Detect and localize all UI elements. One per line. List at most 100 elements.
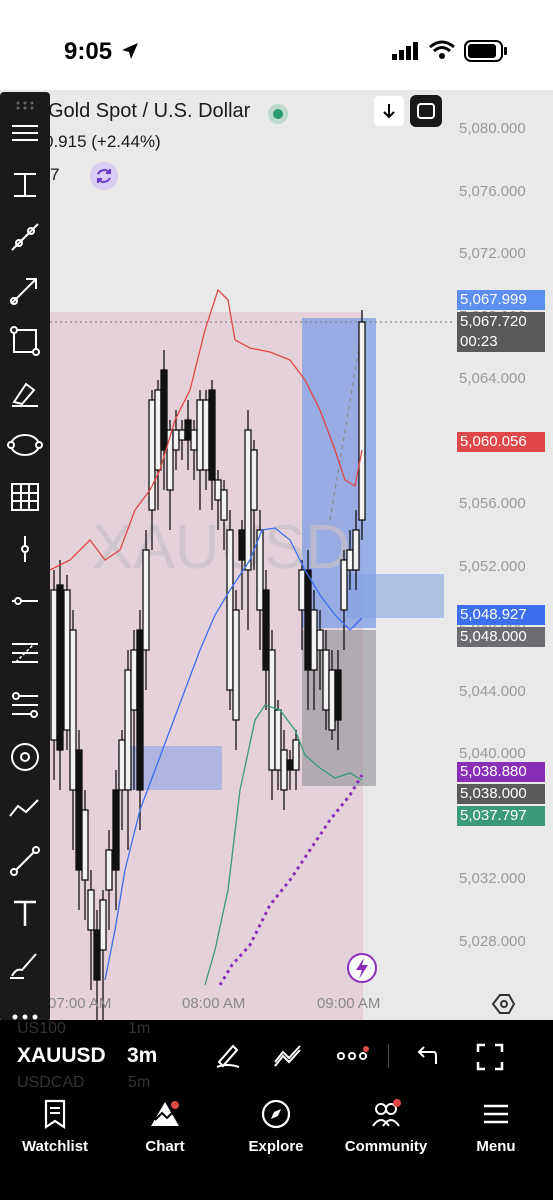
y-tick-label: 5,044.000 bbox=[459, 682, 526, 700]
symbol-label[interactable]: XAUUSD bbox=[17, 1044, 106, 1068]
ghost-row-1b: 1m bbox=[128, 1020, 151, 1037]
y-tick-label: 5,076.000 bbox=[459, 182, 526, 200]
community-icon bbox=[372, 1099, 401, 1127]
ellipse-icon bbox=[7, 434, 43, 456]
price-label: 5,048.927 bbox=[457, 605, 545, 625]
y-tick-label: 5,032.000 bbox=[459, 870, 526, 887]
wifi-icon bbox=[429, 40, 455, 59]
tool-brush[interactable] bbox=[6, 374, 44, 412]
chart-area[interactable]: XAUUSD 5,080.0005,076.0005,072.0005,068.… bbox=[0, 90, 553, 1020]
y-tick-label: 5,064.000 bbox=[459, 370, 526, 387]
tab-bar: Watchlist Chart Explore Community Menu bbox=[0, 1090, 553, 1200]
pitchfork-icon bbox=[12, 643, 38, 663]
tab-community[interactable]: Community bbox=[336, 1098, 436, 1155]
tab-label: Menu bbox=[476, 1138, 516, 1155]
time-label-1: 08:00 AM bbox=[182, 995, 246, 1012]
rectangle-icon bbox=[10, 326, 40, 356]
menu-icon bbox=[484, 1104, 508, 1124]
tool-pitchfork[interactable] bbox=[6, 634, 44, 672]
live-dot bbox=[268, 104, 288, 124]
indicators-icon[interactable] bbox=[272, 1040, 304, 1070]
tab-explore[interactable]: Explore bbox=[226, 1098, 326, 1155]
signal-icon bbox=[392, 42, 418, 60]
menu-lines-icon bbox=[12, 125, 38, 141]
tool-grid[interactable] bbox=[6, 478, 44, 516]
undo-icon[interactable] bbox=[412, 1042, 440, 1070]
tab-label: Watchlist bbox=[21, 1138, 89, 1155]
tab-label: Community bbox=[344, 1138, 428, 1155]
line-icon bbox=[10, 846, 40, 876]
blue-box-right bbox=[346, 574, 444, 618]
download-button[interactable] bbox=[374, 96, 404, 126]
tool-trend-line[interactable] bbox=[6, 218, 44, 256]
y-tick-label: 5,052.000 bbox=[459, 557, 526, 575]
symbol-title[interactable]: Gold Spot / U.S. Dollar bbox=[48, 100, 250, 123]
vertical-line-icon bbox=[21, 536, 29, 562]
arrow-down-icon bbox=[383, 104, 395, 119]
chart-icon bbox=[151, 1101, 179, 1126]
brush-icon bbox=[12, 382, 38, 407]
price-label: 5,037.797 bbox=[457, 806, 545, 826]
tool-text-cursor[interactable] bbox=[6, 166, 44, 204]
text-cursor-icon bbox=[14, 173, 36, 197]
price-label: 5,038.880 bbox=[457, 762, 545, 782]
tool-arrow[interactable] bbox=[6, 271, 44, 309]
tab-label: Chart bbox=[145, 1138, 185, 1155]
tab-menu[interactable]: Menu bbox=[446, 1098, 546, 1155]
y-tick-label: 5,072.000 bbox=[459, 245, 526, 262]
y-tick-label: 5,028.000 bbox=[459, 932, 526, 950]
fullscreen-icon[interactable] bbox=[475, 1042, 505, 1072]
y-tick-label: 5,040.000 bbox=[459, 745, 526, 762]
time-label-0: 07:00 AM bbox=[48, 995, 112, 1012]
drawing-toolbar bbox=[0, 92, 50, 1022]
tool-circle[interactable] bbox=[6, 738, 44, 776]
interval-label[interactable]: 3m bbox=[127, 1044, 157, 1068]
drag-handle-icon[interactable] bbox=[15, 100, 35, 110]
time-label-2: 09:00 AM bbox=[317, 995, 381, 1012]
ghost-row-1: US100 bbox=[17, 1020, 66, 1037]
tool-vertical-line[interactable] bbox=[6, 530, 44, 568]
trend-line-icon bbox=[11, 223, 39, 251]
arrow-icon bbox=[10, 278, 37, 305]
tool-brush-tool[interactable] bbox=[6, 946, 44, 984]
status-bar: 9:05 bbox=[0, 0, 553, 90]
expand-icon bbox=[417, 103, 435, 119]
battery-icon bbox=[464, 40, 507, 62]
tool-line[interactable] bbox=[6, 842, 44, 880]
tool-menu-lines[interactable] bbox=[6, 114, 44, 152]
tab-label: Explore bbox=[248, 1138, 304, 1155]
tool-ellipse[interactable] bbox=[6, 426, 44, 464]
tab-watchlist[interactable]: Watchlist bbox=[5, 1098, 105, 1155]
tab-chart[interactable]: Chart bbox=[115, 1098, 215, 1155]
sub-value: 7 bbox=[50, 165, 60, 184]
tool-horizontal-line[interactable] bbox=[6, 582, 44, 620]
candle bbox=[358, 310, 366, 540]
more-dots-icon[interactable] bbox=[336, 1046, 370, 1066]
tool-fib-retracement[interactable] bbox=[6, 686, 44, 724]
compass-icon bbox=[261, 1099, 291, 1129]
settings-icon bbox=[491, 994, 516, 1014]
tool-text[interactable] bbox=[6, 894, 44, 932]
price-label: 00:23 bbox=[457, 332, 545, 352]
candle bbox=[226, 510, 234, 710]
tool-rectangle[interactable] bbox=[6, 322, 44, 360]
fib-retracement-icon bbox=[12, 692, 38, 718]
divider bbox=[388, 1044, 389, 1068]
price-change: 0.915 (+2.44%) bbox=[44, 132, 161, 151]
circle-icon bbox=[11, 743, 39, 771]
watchlist-icon bbox=[44, 1099, 66, 1130]
fullscreen-button[interactable] bbox=[410, 95, 442, 127]
refresh-button[interactable] bbox=[90, 162, 118, 190]
grid-icon bbox=[11, 483, 39, 511]
tool-path[interactable] bbox=[6, 790, 44, 828]
path-icon bbox=[9, 799, 39, 817]
draw-pen-icon[interactable] bbox=[213, 1040, 243, 1070]
price-label: 5,060.056 bbox=[457, 432, 545, 452]
price-label: 5,038.000 bbox=[457, 784, 545, 804]
y-tick-label: 5,056.000 bbox=[459, 495, 526, 512]
y-tick-label: 5,080.000 bbox=[459, 120, 526, 137]
candle bbox=[63, 575, 71, 750]
brush-tool-icon bbox=[10, 953, 37, 979]
price-label: 5,048.000 bbox=[457, 627, 545, 647]
horizontal-line-icon bbox=[12, 597, 38, 605]
